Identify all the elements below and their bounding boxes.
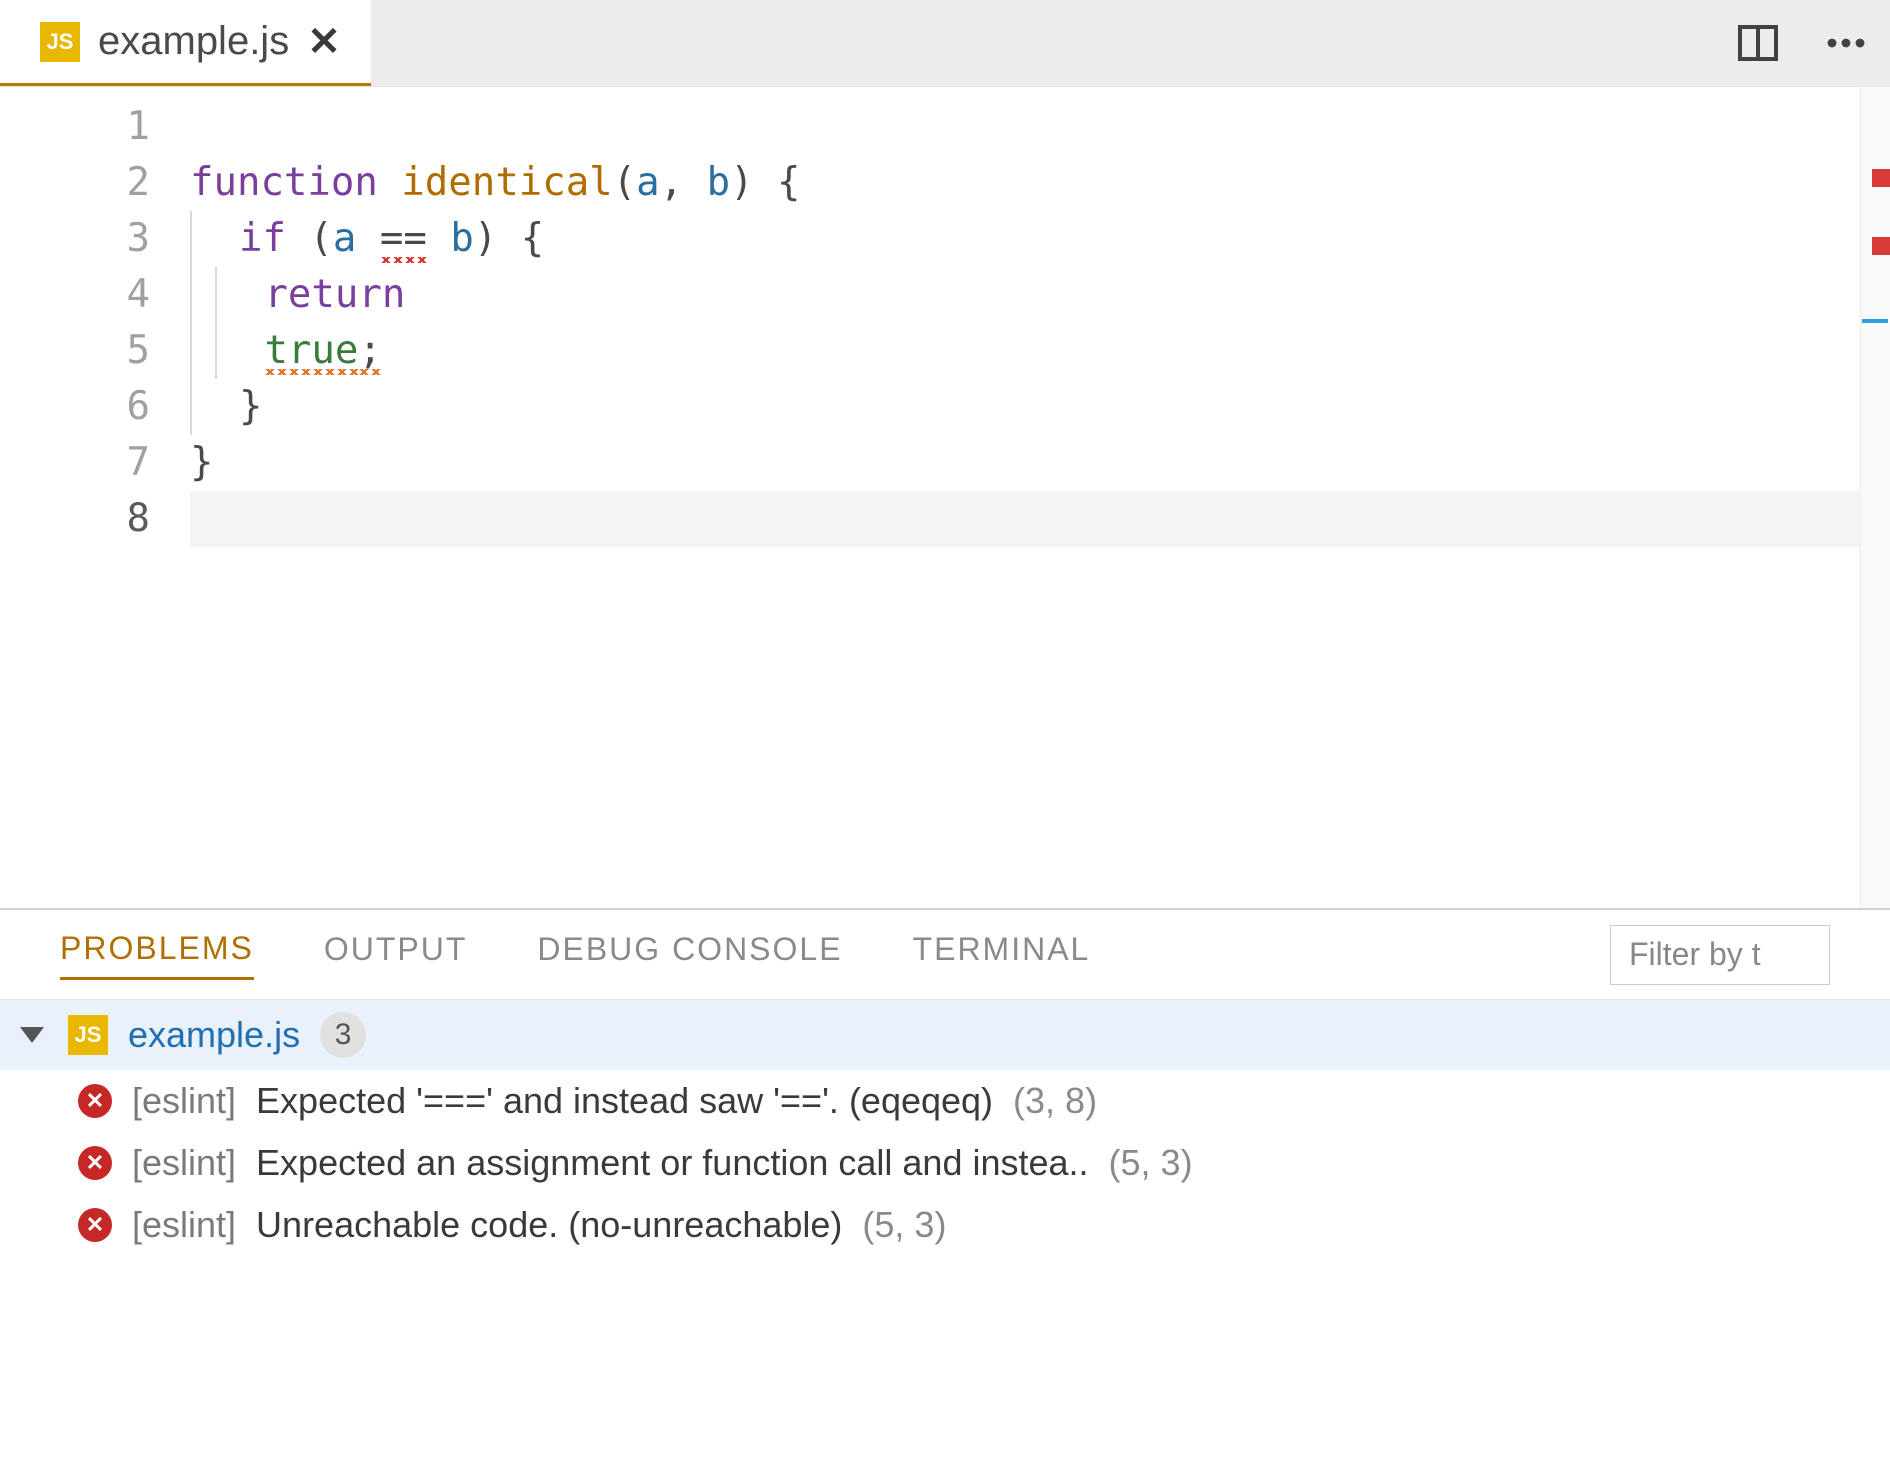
problems-filter-input[interactable]: Filter by t (1610, 925, 1830, 985)
js-icon (40, 22, 80, 62)
code-line[interactable] (190, 99, 1890, 155)
code-line[interactable]: return (190, 267, 1890, 323)
problem-message: Expected an assignment or function call … (256, 1142, 1089, 1184)
line-number: 1 (0, 99, 150, 155)
code-line[interactable]: function identical(a, b) { (190, 155, 1890, 211)
error-icon (78, 1084, 112, 1118)
chevron-down-icon (20, 1027, 44, 1043)
more-actions-icon[interactable] (1802, 19, 1890, 67)
line-number-gutter: 1 2 3 4 5 6 7 8 (0, 87, 190, 908)
problem-source: [eslint] (132, 1080, 236, 1122)
problem-message: Unreachable code. (no-unreachable) (256, 1204, 842, 1246)
line-number: 7 (0, 435, 150, 491)
problems-file-group[interactable]: example.js 3 (0, 1000, 1890, 1070)
tab-terminal[interactable]: TERMINAL (913, 931, 1091, 978)
error-marker[interactable] (1872, 237, 1890, 255)
overview-ruler[interactable] (1860, 87, 1890, 908)
problem-message: Expected '===' and instead saw '=='. (eq… (256, 1080, 993, 1122)
editor-tabbar: example.js ✕ (0, 0, 1890, 87)
error-squiggle: == (380, 216, 427, 267)
problems-file-name: example.js (128, 1014, 300, 1056)
filter-placeholder: Filter by t (1629, 936, 1761, 973)
code-line[interactable]: } (190, 379, 1890, 435)
warning-squiggle: true (264, 328, 358, 379)
tab-filename: example.js (98, 19, 289, 64)
code-line[interactable] (190, 491, 1890, 547)
code-content[interactable]: function identical(a, b) { if (a == b) {… (190, 87, 1890, 908)
panel-tabbar: PROBLEMS OUTPUT DEBUG CONSOLE TERMINAL F… (0, 910, 1890, 1000)
problems-count-badge: 3 (320, 1012, 366, 1058)
cursor-position-marker (1862, 319, 1888, 323)
code-line[interactable]: if (a == b) { (190, 211, 1890, 267)
line-number: 5 (0, 323, 150, 379)
bottom-panel: PROBLEMS OUTPUT DEBUG CONSOLE TERMINAL F… (0, 908, 1890, 1468)
js-icon (68, 1015, 108, 1055)
error-icon (78, 1208, 112, 1242)
code-line[interactable]: } (190, 435, 1890, 491)
close-icon[interactable]: ✕ (307, 19, 341, 65)
error-marker[interactable] (1872, 169, 1890, 187)
line-number: 3 (0, 211, 150, 267)
line-number: 4 (0, 267, 150, 323)
code-line[interactable]: true; (190, 323, 1890, 379)
line-number: 2 (0, 155, 150, 211)
split-editor-icon[interactable] (1714, 19, 1802, 67)
problem-location: (3, 8) (1013, 1080, 1097, 1122)
problem-item[interactable]: [eslint] Expected '===' and instead saw … (0, 1070, 1890, 1132)
tab-debug-console[interactable]: DEBUG CONSOLE (537, 931, 842, 978)
problem-item[interactable]: [eslint] Unreachable code. (no-unreachab… (0, 1194, 1890, 1256)
line-number: 8 (0, 491, 150, 547)
code-editor[interactable]: 1 2 3 4 5 6 7 8 function identical(a, b)… (0, 87, 1890, 908)
problem-item[interactable]: [eslint] Expected an assignment or funct… (0, 1132, 1890, 1194)
problems-list: example.js 3 [eslint] Expected '===' and… (0, 1000, 1890, 1468)
tab-problems[interactable]: PROBLEMS (60, 930, 254, 980)
problem-location: (5, 3) (1109, 1142, 1193, 1184)
tab-example-js[interactable]: example.js ✕ (0, 0, 371, 86)
tab-output[interactable]: OUTPUT (324, 931, 468, 978)
line-number: 6 (0, 379, 150, 435)
problem-location: (5, 3) (862, 1204, 946, 1246)
problem-source: [eslint] (132, 1204, 236, 1246)
error-icon (78, 1146, 112, 1180)
problem-source: [eslint] (132, 1142, 236, 1184)
